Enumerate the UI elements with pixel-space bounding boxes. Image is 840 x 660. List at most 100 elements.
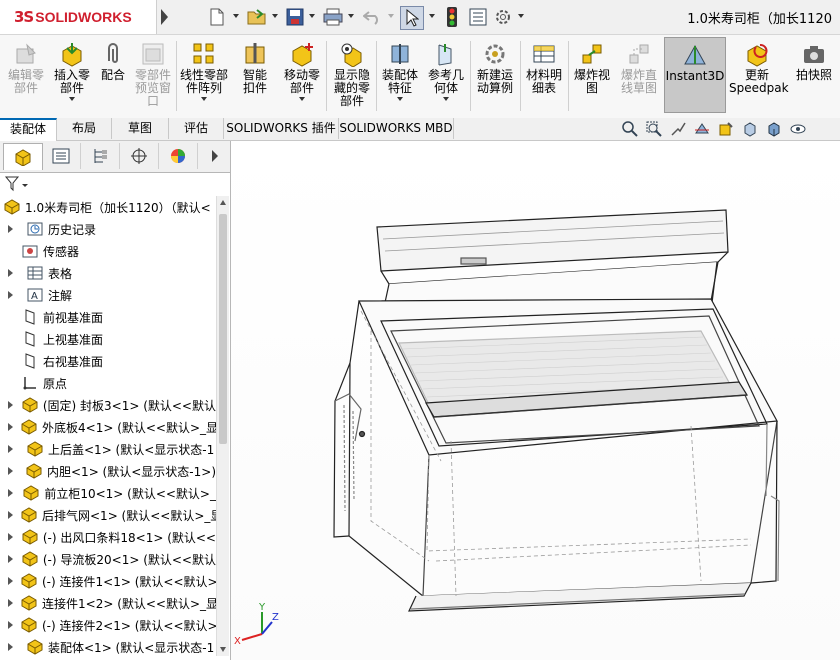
expand-arrow-icon[interactable] xyxy=(8,291,19,299)
tree-item[interactable]: 原点 xyxy=(0,372,216,394)
tree-item[interactable]: 上后盖<1> (默认<显示状态-1 xyxy=(0,438,216,460)
tree-item[interactable]: 前视基准面 xyxy=(0,306,216,328)
options-dropdown-icon[interactable] xyxy=(518,14,524,18)
tree-item[interactable]: 表格 xyxy=(0,262,216,284)
tree-item[interactable]: (-) 导流板20<1> (默认<<默认 xyxy=(0,548,216,570)
expand-arrow-icon[interactable] xyxy=(8,555,14,563)
expand-arrow-icon[interactable] xyxy=(8,643,19,651)
rebuild-traffic-light-icon[interactable] xyxy=(441,6,463,28)
show-hidden-components-button[interactable]: 显示隐藏的零部件 xyxy=(330,37,374,115)
move-component-dropdown-icon[interactable] xyxy=(299,97,305,101)
expand-arrow-icon[interactable] xyxy=(8,599,13,607)
graphics-area[interactable] xyxy=(231,141,840,660)
configurationmanager-tab-icon[interactable] xyxy=(81,143,120,169)
tree-item[interactable]: 外底板4<1> (默认<<默认>_显 xyxy=(0,416,216,438)
reference-geometry-button[interactable]: 参考几何体 xyxy=(424,37,468,115)
explode-line-sketch-button[interactable]: 爆炸直线草图 xyxy=(616,37,662,115)
tree-item[interactable]: (-) 出风口条料18<1> (默认<< xyxy=(0,526,216,548)
solidworks-logo[interactable]: 3S SOLIDWORKS xyxy=(0,0,157,34)
expand-arrow-icon[interactable] xyxy=(8,621,13,629)
tree-item[interactable]: (-) 连接件1<1> (默认<<默认> xyxy=(0,570,216,592)
tab-solidworks-mbd[interactable]: SOLIDWORKS MBD xyxy=(339,118,454,139)
display-manager-tab-icon[interactable] xyxy=(159,143,198,169)
expand-arrow-icon[interactable] xyxy=(8,445,19,453)
new-document-icon[interactable] xyxy=(206,6,228,28)
tree-item[interactable]: 装配体<1> (默认<显示状态-1 xyxy=(0,636,216,658)
options-gear-icon[interactable] xyxy=(492,6,514,28)
filter-icon[interactable] xyxy=(4,175,30,193)
bill-of-materials-button[interactable]: 材料明细表 xyxy=(522,37,566,115)
tab-layout[interactable]: 布局 xyxy=(57,118,112,139)
reference-geometry-dropdown-icon[interactable] xyxy=(443,97,449,101)
new-dropdown-icon[interactable] xyxy=(233,14,239,18)
select-pointer-icon[interactable] xyxy=(400,6,424,30)
previous-view-icon[interactable] xyxy=(668,120,688,138)
tree-item[interactable]: 上视基准面 xyxy=(0,328,216,350)
instant3d-button[interactable]: Instant3D xyxy=(664,37,726,113)
select-dropdown-icon[interactable] xyxy=(429,14,435,18)
tree-item[interactable]: 前立柜10<1> (默认<<默认>_ xyxy=(0,482,216,504)
open-dropdown-icon[interactable] xyxy=(272,14,278,18)
section-view-icon[interactable] xyxy=(692,120,712,138)
save-dropdown-icon[interactable] xyxy=(309,14,315,18)
display-style-icon[interactable] xyxy=(764,120,784,138)
expand-arrow-icon[interactable] xyxy=(8,489,15,497)
print-dropdown-icon[interactable] xyxy=(348,14,354,18)
linear-pattern-button[interactable]: 线性零部件阵列 xyxy=(178,37,230,115)
new-motion-study-button[interactable]: 新建运动算例 xyxy=(472,37,518,115)
scrollbar-thumb[interactable] xyxy=(219,214,227,444)
expand-arrow-icon[interactable] xyxy=(8,269,19,277)
assembly-features-button[interactable]: 装配体特征 xyxy=(378,37,422,115)
tree-item[interactable]: 右视基准面 xyxy=(0,350,216,372)
tree-item[interactable]: 连接件1<2> (默认<<默认>_显 xyxy=(0,592,216,614)
view-orientation-icon[interactable] xyxy=(740,120,760,138)
featuremanager-tab-icon[interactable] xyxy=(3,143,43,170)
menu-expand-arrow[interactable] xyxy=(161,9,168,25)
tree-root-assembly[interactable]: 1.0米寿司柜（加长1120）（默认< xyxy=(0,196,216,218)
print-icon[interactable] xyxy=(322,6,344,28)
open-file-icon[interactable] xyxy=(246,6,268,28)
tree-item[interactable]: A 注解 xyxy=(0,284,216,306)
tab-assembly[interactable]: 装配体 xyxy=(0,118,57,141)
expand-arrow-icon[interactable] xyxy=(8,577,13,585)
move-component-button[interactable]: 移动零部件 xyxy=(280,37,324,115)
component-preview-button[interactable]: 零部件预览窗口 xyxy=(132,37,174,115)
tree-item[interactable]: (固定) 封板3<1> (默认<<默认 xyxy=(0,394,216,416)
file-properties-icon[interactable] xyxy=(467,6,489,28)
undo-dropdown-icon[interactable] xyxy=(388,14,394,18)
update-speedpak-button[interactable]: 更新Speedpak xyxy=(728,37,789,115)
linear-pattern-dropdown-icon[interactable] xyxy=(201,97,207,101)
expand-arrow-icon[interactable] xyxy=(8,467,18,475)
scroll-up-arrow[interactable] xyxy=(220,200,226,205)
scroll-down-arrow[interactable] xyxy=(220,647,226,652)
smart-fasteners-button[interactable]: 智能扣件 xyxy=(234,37,276,115)
insert-component-button[interactable]: 插入零部件 xyxy=(50,37,94,115)
dynamic-annotation-icon[interactable] xyxy=(716,120,736,138)
expand-arrow-icon[interactable] xyxy=(8,533,14,541)
tree-item[interactable]: 传感器 xyxy=(0,240,216,262)
tab-evaluate[interactable]: 评估 xyxy=(169,118,224,139)
expand-arrow-icon[interactable] xyxy=(8,401,14,409)
tab-solidworks-addins[interactable]: SOLIDWORKS 插件 xyxy=(224,118,339,139)
cabinet-3d-model[interactable] xyxy=(231,141,840,660)
tree-item[interactable]: 后排气网<1> (默认<<默认>_显 xyxy=(0,504,216,526)
dimxpert-tab-icon[interactable] xyxy=(120,143,159,169)
panel-tabs-more-arrow[interactable] xyxy=(212,150,218,162)
propertymanager-tab-icon[interactable] xyxy=(42,143,81,169)
save-icon[interactable] xyxy=(284,6,306,28)
expand-arrow-icon[interactable] xyxy=(8,423,13,431)
take-snapshot-button[interactable]: 拍快照 xyxy=(792,37,836,115)
edit-component-button[interactable]: 编辑零部件 xyxy=(4,37,48,115)
mate-button[interactable]: 配合 xyxy=(96,37,130,115)
zoom-to-area-icon[interactable] xyxy=(644,120,664,138)
tab-sketch[interactable]: 草图 xyxy=(112,118,169,139)
tree-item[interactable]: 内胆<1> (默认<显示状态-1>) xyxy=(0,460,216,482)
assembly-features-dropdown-icon[interactable] xyxy=(397,97,403,101)
tree-item[interactable]: (-) 连接件2<1> (默认<<默认> xyxy=(0,614,216,636)
tree-scrollbar[interactable] xyxy=(216,196,229,656)
hide-show-items-icon[interactable] xyxy=(788,120,808,138)
tree-item[interactable]: 历史记录 xyxy=(0,218,216,240)
expand-arrow-icon[interactable] xyxy=(8,225,19,233)
insert-component-dropdown-icon[interactable] xyxy=(69,97,75,101)
undo-icon[interactable] xyxy=(362,6,384,28)
